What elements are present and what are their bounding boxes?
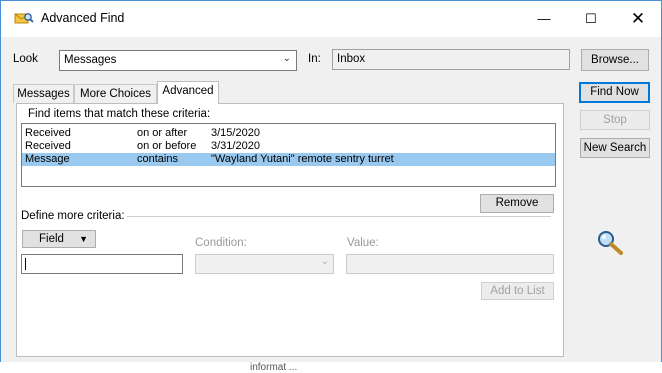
look-dropdown[interactable]: Messages ⌄ [59,50,297,71]
value-label: Value: [347,237,379,249]
field-input[interactable] [21,254,183,274]
in-folder-value: Inbox [337,53,366,65]
find-now-button[interactable]: Find Now [579,82,650,103]
chevron-down-icon: ⌄ [282,53,291,64]
look-label: Look [13,53,38,65]
criteria-field: Received [25,140,71,152]
window-title: Advanced Find [41,11,125,25]
criteria-value: 3/31/2020 [211,140,260,152]
value-input [346,254,554,274]
advanced-find-window: Advanced Find — ☐ ✕ Look Messages ⌄ In: … [0,0,662,364]
maximize-button[interactable]: ☐ [568,1,614,37]
criteria-condition: on or before [137,140,197,152]
criteria-field: Message [25,153,70,165]
section-divider [127,216,551,217]
add-to-list-button: Add to List [481,282,554,300]
condition-label: Condition: [195,237,247,249]
criteria-field: Received [25,127,71,139]
tab-advanced[interactable]: Advanced [157,81,219,104]
criteria-condition: on or after [137,127,188,139]
criteria-value: "Wayland Yutani" remote sentry turret [211,153,394,165]
criteria-row[interactable]: Received on or after 3/15/2020 [22,127,555,140]
field-button[interactable]: Field ▼ [22,230,96,248]
in-folder-field: Inbox [332,49,570,70]
criteria-value: 3/15/2020 [211,127,260,139]
background-text: informat ... [250,362,298,373]
chevron-down-icon: ⌄ [320,256,329,267]
criteria-row[interactable]: Received on or before 3/31/2020 [22,140,555,153]
new-search-button[interactable]: New Search [580,138,650,158]
minimize-button[interactable]: — [521,1,567,37]
advanced-find-app-icon [14,13,34,24]
tab-more-choices[interactable]: More Choices [74,84,157,103]
criteria-list[interactable]: Received on or after 3/15/2020 Received … [21,123,556,187]
condition-dropdown: ⌄ [195,254,334,274]
close-button[interactable]: ✕ [615,1,661,37]
browse-button[interactable]: Browse... [581,49,649,71]
field-button-label: Field [39,233,64,245]
background-strip [0,362,662,370]
stop-button: Stop [580,110,650,130]
criteria-row-selected[interactable]: Message contains "Wayland Yutani" remote… [22,153,555,166]
define-more-criteria-label: Define more criteria: [21,210,125,222]
title-bar: Advanced Find — ☐ ✕ [1,1,661,37]
magnifier-icon [598,231,623,255]
in-label: In: [308,53,321,65]
criteria-condition: contains [137,153,178,165]
tab-messages[interactable]: Messages [13,84,74,103]
criteria-heading: Find items that match these criteria: [28,108,211,120]
look-value: Messages [64,54,117,66]
text-caret [25,258,26,270]
dropdown-arrow-icon: ▼ [79,234,88,244]
remove-button[interactable]: Remove [480,194,554,213]
